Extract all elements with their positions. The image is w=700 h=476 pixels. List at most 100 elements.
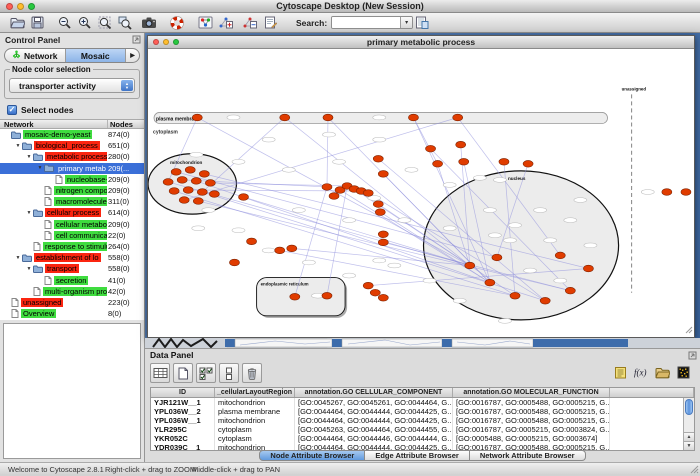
table-row-yjr121w-1[interactable]: YJR121W__1mitochondrion[GO:0045267, GO:0… [151,398,694,407]
network-node[interactable] [662,189,672,196]
network-node[interactable] [205,180,215,187]
network-node[interactable] [163,179,173,186]
network-node[interactable] [363,190,373,197]
formula-builder-button[interactable]: f(x) [632,363,650,381]
scrollbar-thumb[interactable] [685,399,693,415]
network-node[interactable] [183,187,193,194]
network-add-icon[interactable] [216,14,234,31]
select-nodes-checkbox[interactable]: ✓ [7,105,17,115]
open-file-icon[interactable] [8,14,26,31]
tree-row-metabolic-process[interactable]: ▼metabolic process280(0) [0,151,144,162]
tree-row-cellular-process[interactable]: ▼cellular process614(0) [0,207,144,218]
table-scrollbar[interactable]: ▲ ▼ [683,398,694,450]
network-node[interactable] [555,252,565,259]
snapshot-icon[interactable] [140,14,158,31]
tree-row-mosaic-demo-yeast[interactable]: mosaic-demo-yeast874(0) [0,129,144,140]
tab-network-attribute-browser[interactable]: Network Attribute Browser [470,450,586,461]
table-row-ypl036w-1[interactable]: YPL036W__1mitochondrion[GO:0044464, GO:0… [151,416,694,425]
vizmapper-icon[interactable] [196,14,214,31]
scroll-down-button[interactable]: ▼ [684,441,694,450]
network-node[interactable] [583,265,593,272]
column-header-cellularlayoutregion[interactable]: _cellularLayoutRegion [215,388,295,397]
network-node[interactable] [322,292,332,299]
zoom-out-icon[interactable] [56,14,74,31]
network-node[interactable] [408,114,418,121]
zoom-region-icon[interactable] [116,14,134,31]
tree-row-biological-process[interactable]: ▼biological_process651(0) [0,140,144,151]
network-node[interactable] [459,158,469,165]
tree-row-cellular-metabo[interactable]: cellular metabo209(0) [0,219,144,230]
tab-edge-attribute-browser[interactable]: Edge Attribute Browser [365,450,469,461]
notepad-button[interactable] [611,363,629,381]
network-node[interactable] [465,262,475,269]
float-panel-icon[interactable] [132,35,141,46]
expander-icon[interactable]: ▼ [14,255,22,261]
network-node[interactable] [499,158,509,165]
table-row-ylr295c[interactable]: YLR295Ccytoplasm[GO:0045263, GO:0044464,… [151,425,694,434]
network-node[interactable] [378,294,388,301]
network-node[interactable] [280,114,290,121]
network-node[interactable] [290,293,300,300]
expander-icon[interactable]: ▼ [25,210,33,216]
more-tabs-arrow-icon[interactable]: ▶ [126,49,139,62]
help-ring-icon[interactable] [168,14,186,31]
network-node[interactable] [177,177,187,184]
network-node[interactable] [378,231,388,238]
scroll-up-button[interactable]: ▲ [684,432,694,441]
search-index-icon[interactable] [413,14,431,31]
tab-network[interactable]: Network [5,49,66,62]
network-node[interactable] [191,178,201,185]
network-node[interactable] [492,254,502,261]
network-node[interactable] [199,171,209,178]
table-row-ypl036w-2[interactable]: YPL036W__2plasma membrane[GO:0044464, GO… [151,407,694,416]
zoom-fit-icon[interactable] [96,14,114,31]
network-node[interactable] [510,292,520,299]
network-node[interactable] [540,297,550,304]
network-node[interactable] [681,189,691,196]
tree-column-nodes[interactable]: Nodes [108,120,144,128]
expander-icon[interactable]: ▼ [36,165,44,171]
network-node[interactable] [453,114,463,121]
network-node[interactable] [378,239,388,246]
tab-mosaic[interactable]: Mosaic [66,49,127,62]
network-node[interactable] [169,188,179,195]
column-header-annotation-go-molecular-function[interactable]: annotation.GO MOLECULAR_FUNCTION [453,388,610,397]
network-node[interactable] [523,160,533,167]
network-node[interactable] [171,169,181,176]
search-field[interactable]: ▾ [331,16,413,29]
attribute-table-button[interactable] [150,363,170,383]
network-node[interactable] [370,289,380,296]
expander-icon[interactable]: ▼ [25,154,33,160]
network-node[interactable] [378,171,388,178]
network-node[interactable] [456,141,466,148]
tree-row-cell-communicat[interactable]: cell communicat22(0) [0,230,144,241]
network-node[interactable] [433,160,443,167]
network-view-window[interactable]: primary metabolic process plasma membran… [147,35,695,338]
column-header-annotation-go-cellular-component[interactable]: annotation.GO CELLULAR_COMPONENT [295,388,453,397]
network-node[interactable] [373,201,383,208]
search-dropdown-arrow-icon[interactable]: ▾ [400,16,412,29]
network-node[interactable] [247,238,257,245]
unselect-attributes-button[interactable] [219,363,239,383]
network-node[interactable] [363,282,373,289]
network-node[interactable] [179,197,189,204]
network-node[interactable] [322,184,332,191]
select-attributes-button[interactable] [196,363,216,383]
delete-attributes-button[interactable] [242,363,262,383]
network-node[interactable] [329,193,339,200]
new-attribute-button[interactable] [173,363,193,383]
dropdown-stepper-icon[interactable]: ▲▼ [121,80,133,91]
tree-row-macromolecule[interactable]: macromolecule311(0) [0,196,144,207]
save-session-icon[interactable] [28,14,46,31]
tree-row-establishment-of-lo[interactable]: ▼establishment of lo558(0) [0,252,144,263]
network-window-titlebar[interactable]: primary metabolic process [148,36,694,49]
network-node[interactable] [193,198,203,205]
network-node[interactable] [197,189,207,196]
tree-row-secretion[interactable]: secretion41(0) [0,274,144,285]
network-node[interactable] [323,114,333,121]
import-attributes-button[interactable] [653,363,671,381]
tree-column-network[interactable]: Network [0,120,108,128]
attribute-matrix-button[interactable] [674,363,692,381]
birds-eye-view[interactable] [3,323,141,459]
expander-icon[interactable]: ▼ [25,266,33,272]
